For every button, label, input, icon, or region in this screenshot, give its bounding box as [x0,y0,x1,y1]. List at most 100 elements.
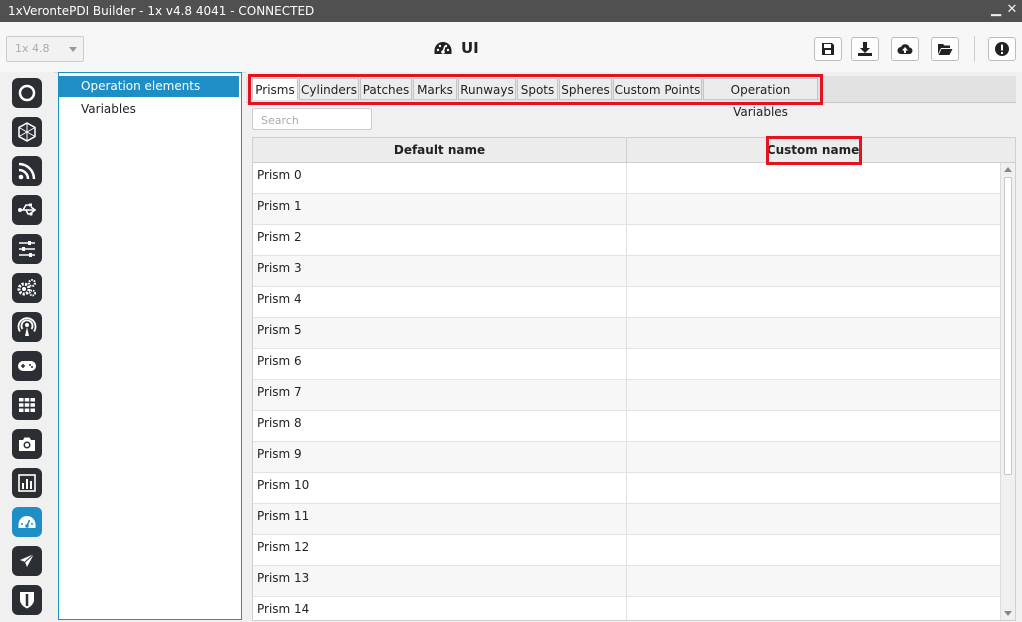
tab-custom-points[interactable]: Custom Points [613,78,702,100]
save-button[interactable] [814,37,842,61]
tab-patches[interactable]: Patches [360,78,412,100]
tab-marks[interactable]: Marks [413,78,457,100]
custom-name-cell[interactable] [627,504,1001,534]
search-box[interactable] [252,108,373,130]
custom-name-cell[interactable] [627,318,1001,348]
download-button[interactable] [851,37,879,61]
gamepad-icon [18,361,36,371]
table-row[interactable]: Prism 13 [253,566,1001,597]
sidebar-item-gears[interactable] [12,273,42,303]
nav-item-variables[interactable]: Variables [59,99,239,120]
custom-name-cell[interactable] [627,535,1001,565]
column-header-default-name[interactable]: Default name [253,138,627,162]
cloud-upload-icon [897,44,913,55]
bar-chart-icon [18,474,36,492]
table-row[interactable]: Prism 1 [253,194,1001,225]
column-header-custom-name[interactable]: Custom name [627,138,999,162]
tab-cylinders[interactable]: Cylinders [299,78,359,100]
default-name-cell: Prism 11 [253,504,627,534]
custom-name-cell[interactable] [627,287,1001,317]
broadcast-icon [17,317,37,336]
custom-name-cell[interactable] [627,256,1001,286]
sidebar-item-camera[interactable] [12,429,42,459]
default-name-cell: Prism 2 [253,225,627,255]
tab-spots[interactable]: Spots [517,78,558,100]
table-header: Default name Custom name [253,138,1015,163]
tab-runways[interactable]: Runways [458,78,516,100]
default-name-cell: Prism 7 [253,380,627,410]
sidebar-item-ui[interactable] [12,507,42,537]
table-row[interactable]: Prism 7 [253,380,1001,411]
download-icon [858,42,872,56]
sidebar-item-broadcast[interactable] [12,312,42,342]
custom-name-cell[interactable] [627,349,1001,379]
folder-open-icon [938,44,953,55]
sidebar-item-network[interactable] [12,117,42,147]
airplane-icon [20,553,35,567]
custom-name-cell[interactable] [627,597,1001,620]
default-name-cell: Prism 13 [253,566,627,596]
toolbar-separator [974,36,975,62]
table-row[interactable]: Prism 14 [253,597,1001,620]
custom-name-cell[interactable] [627,163,1001,193]
default-name-cell: Prism 12 [253,535,627,565]
circle-ring-icon [18,84,36,102]
grid-icon [19,398,35,412]
default-name-cell: Prism 4 [253,287,627,317]
sidebar-item-statistics[interactable] [12,468,42,498]
default-name-cell: Prism 9 [253,442,627,472]
table-row[interactable]: Prism 2 [253,225,1001,256]
table-row[interactable]: Prism 10 [253,473,1001,504]
minimize-icon[interactable]: ▁ [988,2,1004,18]
open-folder-button[interactable] [931,37,959,61]
version-select-value: 1x 4.8 [15,42,50,55]
tab-prisms[interactable]: Prisms [252,78,298,100]
scroll-down-icon[interactable] [1004,611,1012,616]
alert-button[interactable] [988,37,1016,61]
table-row[interactable]: Prism 0 [253,163,1001,194]
tab-operation-variables[interactable]: Operation Variables [703,78,818,119]
gauge-icon [434,42,452,54]
vertical-scrollbar[interactable] [1000,163,1015,620]
title-bar: 1xVerontePDI Builder - 1x v4.8 4041 - CO… [0,0,1022,22]
custom-name-cell[interactable] [627,225,1001,255]
sidebar-item-usb[interactable] [12,195,42,225]
default-name-cell: Prism 8 [253,411,627,441]
custom-name-cell[interactable] [627,566,1001,596]
usb-icon [18,203,37,216]
version-select[interactable]: 1x 4.8 [6,36,84,62]
custom-name-cell[interactable] [627,380,1001,410]
sidebar-item-flight[interactable] [12,546,42,576]
table-row[interactable]: Prism 9 [253,442,1001,473]
page-title-text: UI [461,39,479,57]
sidebar-item-connection[interactable] [12,78,42,108]
custom-name-cell[interactable] [627,473,1001,503]
table-row[interactable]: Prism 3 [253,256,1001,287]
table-row[interactable]: Prism 8 [253,411,1001,442]
table-row[interactable]: Prism 6 [253,349,1001,380]
custom-name-cell[interactable] [627,194,1001,224]
scrollbar-thumb[interactable] [1004,177,1012,475]
sidebar-item-controller[interactable] [12,351,42,381]
close-icon[interactable]: ✕ [1004,2,1020,18]
default-name-cell: Prism 5 [253,318,627,348]
alert-icon [995,42,1009,56]
rss-feed-icon [18,162,36,180]
table-row[interactable]: Prism 5 [253,318,1001,349]
search-input[interactable] [259,110,373,130]
nav-item-operation-elements[interactable]: Operation elements [59,76,239,97]
table-row[interactable]: Prism 11 [253,504,1001,535]
table-row[interactable]: Prism 12 [253,535,1001,566]
tab-spheres[interactable]: Spheres [559,78,612,100]
nav-tree: Operation elements Variables [58,72,242,620]
custom-name-cell[interactable] [627,442,1001,472]
cloud-upload-button[interactable] [891,37,919,61]
scroll-up-icon[interactable] [1004,167,1012,172]
sidebar-item-settings[interactable] [12,234,42,264]
custom-name-cell[interactable] [627,411,1001,441]
default-name-cell: Prism 3 [253,256,627,286]
sidebar-item-feed[interactable] [12,156,42,186]
sidebar-item-security[interactable] [12,585,42,615]
sidebar-item-grid[interactable] [12,390,42,420]
table-row[interactable]: Prism 4 [253,287,1001,318]
